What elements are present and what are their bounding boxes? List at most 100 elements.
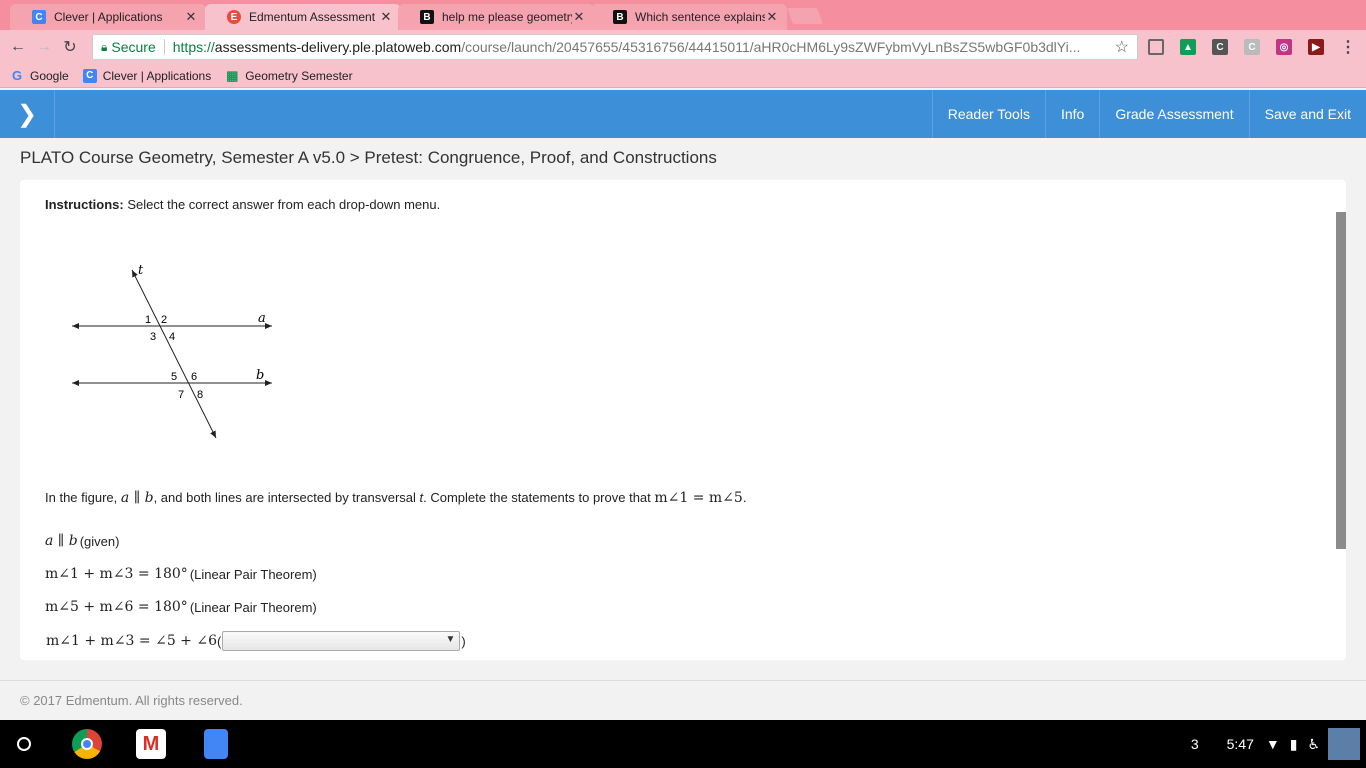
- tab-title: Which sentence explains: [635, 10, 765, 24]
- bookmarks-bar: G Google C Clever | Applications ▦ Geome…: [0, 64, 1366, 88]
- proof-statement: m∠1 + m∠3 = 180° (Linear Pair Theorem): [45, 566, 317, 582]
- instructions-text: Select the correct answer from each drop…: [127, 197, 441, 212]
- omnibox-divider: [163, 39, 165, 55]
- angle-2-label: 2: [161, 314, 167, 326]
- tab-title: Clever | Applications: [54, 10, 163, 24]
- grade-assessment-button[interactable]: Grade Assessment: [1099, 90, 1248, 138]
- gmail-app-icon[interactable]: M: [136, 729, 166, 759]
- save-and-exit-button[interactable]: Save and Exit: [1248, 90, 1366, 138]
- status-tray[interactable]: 3 5:47 ▼ ▮ ♿︎: [1191, 720, 1366, 768]
- proof-statement: m∠5 + m∠6 = 180° (Linear Pair Theorem): [45, 599, 317, 615]
- bookmark-geometry[interactable]: ▦ Geometry Semester: [225, 67, 353, 83]
- instagram-icon[interactable]: ◎: [1276, 39, 1292, 55]
- angle-7-label: 7: [178, 389, 184, 401]
- panel-scrollbar[interactable]: [1336, 212, 1346, 549]
- angle-5-label: 5: [171, 371, 177, 383]
- goal-expression: m∠1 = m∠5: [654, 490, 743, 506]
- tab-title: Edmentum Assessment: [249, 10, 376, 24]
- instructions-label: Instructions:: [45, 197, 124, 212]
- proof-statement: m∠1 + m∠3 = ∠5 + ∠6 ( ▼ ): [46, 631, 466, 651]
- tab-brainly-1[interactable]: B help me please geometry ✕: [398, 4, 594, 30]
- sheets-icon: ▦: [226, 67, 239, 83]
- angle-1-label: 1: [145, 314, 151, 326]
- launcher-icon[interactable]: [17, 737, 31, 751]
- clever-favicon-icon: C: [32, 10, 46, 24]
- tab-edmentum[interactable]: E Edmentum Assessment ✕: [205, 4, 401, 30]
- label-a: a: [258, 311, 266, 326]
- info-button[interactable]: Info: [1044, 90, 1099, 138]
- accessibility-icon: ♿︎: [1307, 735, 1320, 752]
- bookmark-clever[interactable]: C Clever | Applications: [82, 68, 212, 83]
- os-shelf: M 3 5:47 ▼ ▮ ♿︎: [0, 720, 1366, 768]
- question-panel: Instructions: Select the correct answer …: [20, 180, 1346, 660]
- reason-dropdown[interactable]: ▼: [222, 631, 461, 651]
- statement-math: a ∥ b: [45, 533, 78, 549]
- extension-c-light-icon[interactable]: C: [1244, 39, 1260, 55]
- angle-3-label: 3: [150, 331, 156, 343]
- tab-clever[interactable]: C Clever | Applications ✕: [10, 4, 206, 30]
- brainly-favicon-icon: B: [613, 10, 627, 24]
- close-tab-icon[interactable]: ✕: [765, 9, 779, 25]
- close-tab-icon[interactable]: ✕: [184, 9, 198, 25]
- clever-icon: C: [82, 68, 97, 83]
- statement-reason: (given): [79, 533, 120, 549]
- dropdown-arrow-icon: ▼: [445, 634, 456, 645]
- bookmark-google[interactable]: G Google: [10, 68, 69, 83]
- close-tab-icon[interactable]: ✕: [379, 9, 393, 25]
- cast-icon[interactable]: [1148, 39, 1164, 55]
- edmentum-favicon-icon: E: [227, 10, 241, 24]
- browser-tab-strip: C Clever | Applications ✕ E Edmentum Ass…: [0, 0, 1366, 30]
- instructions: Instructions: Select the correct answer …: [45, 197, 440, 212]
- address-bar[interactable]: 🔒︎ Secure https://assessments-delivery.p…: [92, 34, 1138, 60]
- sidebar-toggle-chevron-icon[interactable]: ❯: [0, 90, 55, 138]
- label-t: t: [138, 263, 144, 278]
- statement-math: m∠1 + m∠3 = ∠5 + ∠6: [46, 633, 217, 649]
- notification-count: 3: [1190, 736, 1199, 752]
- angle-4-label: 4: [169, 331, 175, 343]
- close-tab-icon[interactable]: ✕: [572, 9, 586, 25]
- reload-icon[interactable]: ↻: [57, 34, 83, 60]
- bookmark-star-icon[interactable]: ☆: [1115, 37, 1129, 57]
- classroom-icon[interactable]: ▲: [1180, 39, 1196, 55]
- menu-kebab-icon[interactable]: ⋮: [1340, 39, 1356, 56]
- reader-tools-button[interactable]: Reader Tools: [931, 90, 1045, 138]
- bookmark-label: Geometry Semester: [245, 68, 353, 83]
- tab-title: help me please geometry: [442, 10, 572, 24]
- bookmark-label: Google: [30, 68, 69, 83]
- chrome-app-icon[interactable]: [72, 729, 102, 759]
- transversal-t: [131, 269, 217, 439]
- bookmark-label: Clever | Applications: [102, 68, 212, 83]
- video-extension-icon[interactable]: ▶: [1308, 39, 1324, 55]
- back-arrow-icon[interactable]: ←: [5, 34, 31, 60]
- parallel-lines-figure: t a b 1 2 3 4 5 6 7 8: [72, 263, 272, 439]
- url-text: https://assessments-delivery.ple.platowe…: [172, 39, 1081, 55]
- clock: 5:47: [1226, 736, 1254, 752]
- battery-icon: ▮: [1289, 735, 1298, 752]
- new-tab-button[interactable]: [787, 8, 823, 24]
- avatar: [1328, 728, 1360, 760]
- angle-8-label: 8: [197, 389, 203, 401]
- forward-arrow-icon[interactable]: →: [31, 34, 57, 60]
- page-footer: © 2017 Edmentum. All rights reserved.: [0, 680, 1366, 720]
- angle-6-label: 6: [191, 371, 197, 383]
- question-prompt: In the figure, a ∥ b, and both lines are…: [45, 490, 747, 506]
- copyright-text: © 2017 Edmentum. All rights reserved.: [20, 693, 243, 708]
- browser-toolbar: ← → ↻ 🔒︎ Secure https://assessments-deli…: [0, 30, 1366, 64]
- label-b: b: [256, 368, 264, 383]
- google-icon: G: [11, 68, 23, 83]
- statement-reason: (Linear Pair Theorem): [189, 566, 317, 582]
- parallel-expression: a ∥ b: [120, 490, 154, 506]
- statement-math: m∠1 + m∠3 = 180°: [45, 566, 188, 582]
- extension-c-icon[interactable]: C: [1212, 39, 1228, 55]
- brainly-favicon-icon: B: [420, 10, 434, 24]
- tab-brainly-2[interactable]: B Which sentence explains ✕: [591, 4, 787, 30]
- paren-open: (: [217, 633, 222, 649]
- paren-close: ): [461, 633, 466, 649]
- statement-math: m∠5 + m∠6 = 180°: [45, 599, 188, 615]
- proof-statement: a ∥ b (given): [45, 533, 119, 549]
- breadcrumb: PLATO Course Geometry, Semester A v5.0 >…: [20, 148, 717, 167]
- lock-icon: 🔒︎: [101, 39, 108, 54]
- docs-app-icon[interactable]: [204, 729, 228, 759]
- wifi-icon: ▼: [1265, 736, 1280, 752]
- app-header: ❯ Reader Tools Info Grade Assessment Sav…: [0, 90, 1366, 138]
